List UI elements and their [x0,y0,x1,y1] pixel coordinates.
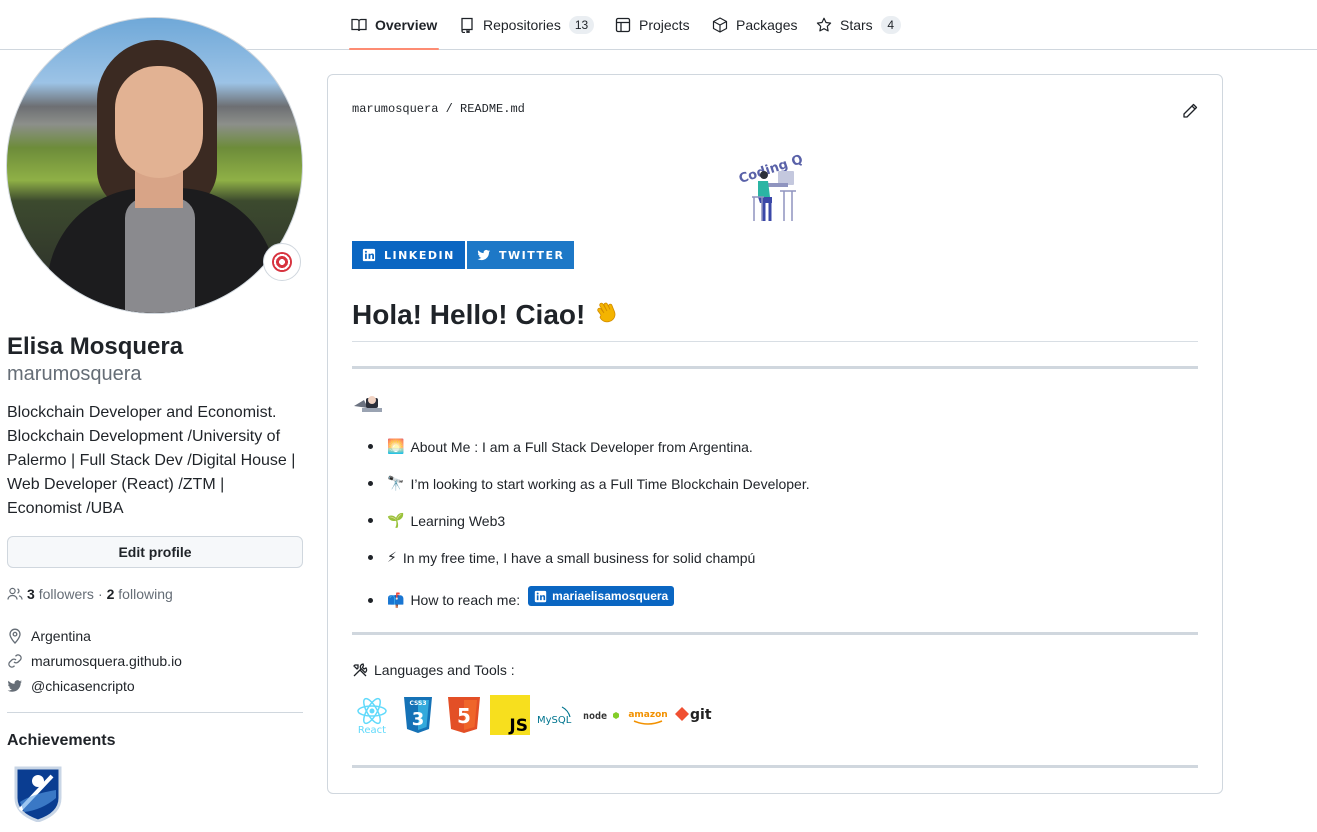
tab-projects[interactable]: Projects [615,0,690,50]
readme-owner-link[interactable]: marumosquera [352,102,438,116]
list-item: ⚡ In my free time, I have a small busine… [368,549,755,566]
tab-label: Packages [736,17,798,33]
languages-heading: Languages and Tools : [352,662,515,678]
list-item: 🔭 I’m looking to start working as a Full… [368,475,810,492]
svg-text:MySQL: MySQL [537,715,572,726]
nodejs-logo-icon[interactable]: node [582,695,622,735]
svg-text:git: git [690,707,712,723]
svg-text:5: 5 [457,704,471,728]
profile-bio: Blockchain Developer and Economist. Bloc… [7,404,296,517]
star-icon [816,17,832,32]
list-item: 🌱 Learning Web3 [368,512,505,529]
package-icon [712,17,728,33]
list-item: 🌅 About Me : I am a Full Stack Developer… [368,438,753,455]
html5-logo-icon[interactable]: 5 [444,695,484,735]
svg-text:React: React [358,725,386,735]
css3-logo-icon[interactable]: CSS3 3 [398,695,438,735]
javascript-logo-icon[interactable]: JS [490,695,530,735]
readme-heading: Hola! Hello! Ciao! [352,299,621,331]
tab-repositories[interactable]: Repositories 13 [459,0,595,50]
people-icon [7,587,23,600]
profile-twitter[interactable]: @chicasencripto [7,678,135,694]
linkedin-social-button[interactable]: LINKEDIN [352,241,465,269]
readme-divider [352,632,1198,635]
telescope-icon: 🔭 [387,475,405,491]
tab-label: Overview [375,17,438,33]
git-logo-icon[interactable]: git [674,695,714,735]
profile-website[interactable]: marumosquera.github.io [7,653,182,669]
twitter-icon [7,680,22,692]
followers-link[interactable]: 3 followers [27,586,94,602]
sidebar-divider [7,712,303,713]
svg-text:node: node [583,711,607,722]
coding-cat-icon [354,396,382,412]
tab-stars[interactable]: Stars 4 [816,0,901,50]
stars-count-badge: 4 [880,16,901,34]
book-icon [351,18,367,32]
svg-text:3: 3 [412,709,425,730]
profile-username: marumosquera [7,363,142,385]
seedling-icon: 🌱 [387,512,405,528]
linkedin-contact-badge[interactable]: mariaelisamosquera [528,586,675,606]
twitter-social-button[interactable]: TWITTER [467,241,575,269]
tab-label: Projects [639,17,690,33]
readme-card: marumosquera / README.md Coding Q LINKED… [327,74,1223,794]
dart-target-icon [272,252,292,272]
link-icon [8,654,22,668]
coding-q-logo: Coding Q [737,152,802,221]
svg-text:amazon: amazon [628,710,667,720]
linkedin-icon [362,248,376,262]
tab-overview[interactable]: Overview [348,0,440,50]
aws-logo-icon[interactable]: amazon [628,695,668,735]
profile-location: Argentina [7,628,91,644]
edit-readme-pencil-icon[interactable] [1182,103,1198,119]
react-logo-icon[interactable]: React [352,695,392,735]
repo-count-badge: 13 [568,16,595,34]
linkedin-icon [534,590,547,602]
mysql-logo-icon[interactable]: MySQL [536,695,576,735]
tab-label: Repositories [483,17,561,33]
svg-text:JS: JS [508,716,528,735]
readme-file-name[interactable]: README.md [460,102,525,116]
readme-divider [352,765,1198,768]
follow-stats: 3 followers · 2 following [7,586,173,602]
tools-row: React CSS3 3 5 JS MySQL node amazon git [352,695,714,735]
avatar-container [6,17,303,314]
waving-hand-icon [597,302,616,323]
location-icon [9,628,21,644]
sunrise-icon: 🌅 [387,438,405,454]
edit-profile-button[interactable]: Edit profile [7,536,303,568]
readme-divider [352,366,1198,369]
status-emoji-button[interactable] [263,243,301,281]
twitter-icon [477,249,491,261]
achievements-heading: Achievements [7,732,116,749]
avatar[interactable] [6,17,303,314]
lightning-icon: ⚡ [387,549,397,565]
repo-icon [461,17,473,33]
table-icon [615,17,631,33]
hammer-wrench-icon [353,663,368,677]
list-item: 📫 How to reach me: mariaelisamosquera [368,586,675,610]
heading-underline [352,341,1198,342]
readme-path: marumosquera / README.md [352,102,525,116]
svg-text:CSS3: CSS3 [409,700,426,707]
tab-label: Stars [840,17,873,33]
tab-packages[interactable]: Packages [712,0,797,50]
achievement-badge-icon[interactable] [12,764,64,822]
mailbox-icon: 📫 [387,591,405,608]
following-link[interactable]: 2 following [107,586,173,602]
profile-fullname: Elisa Mosquera [7,333,184,360]
